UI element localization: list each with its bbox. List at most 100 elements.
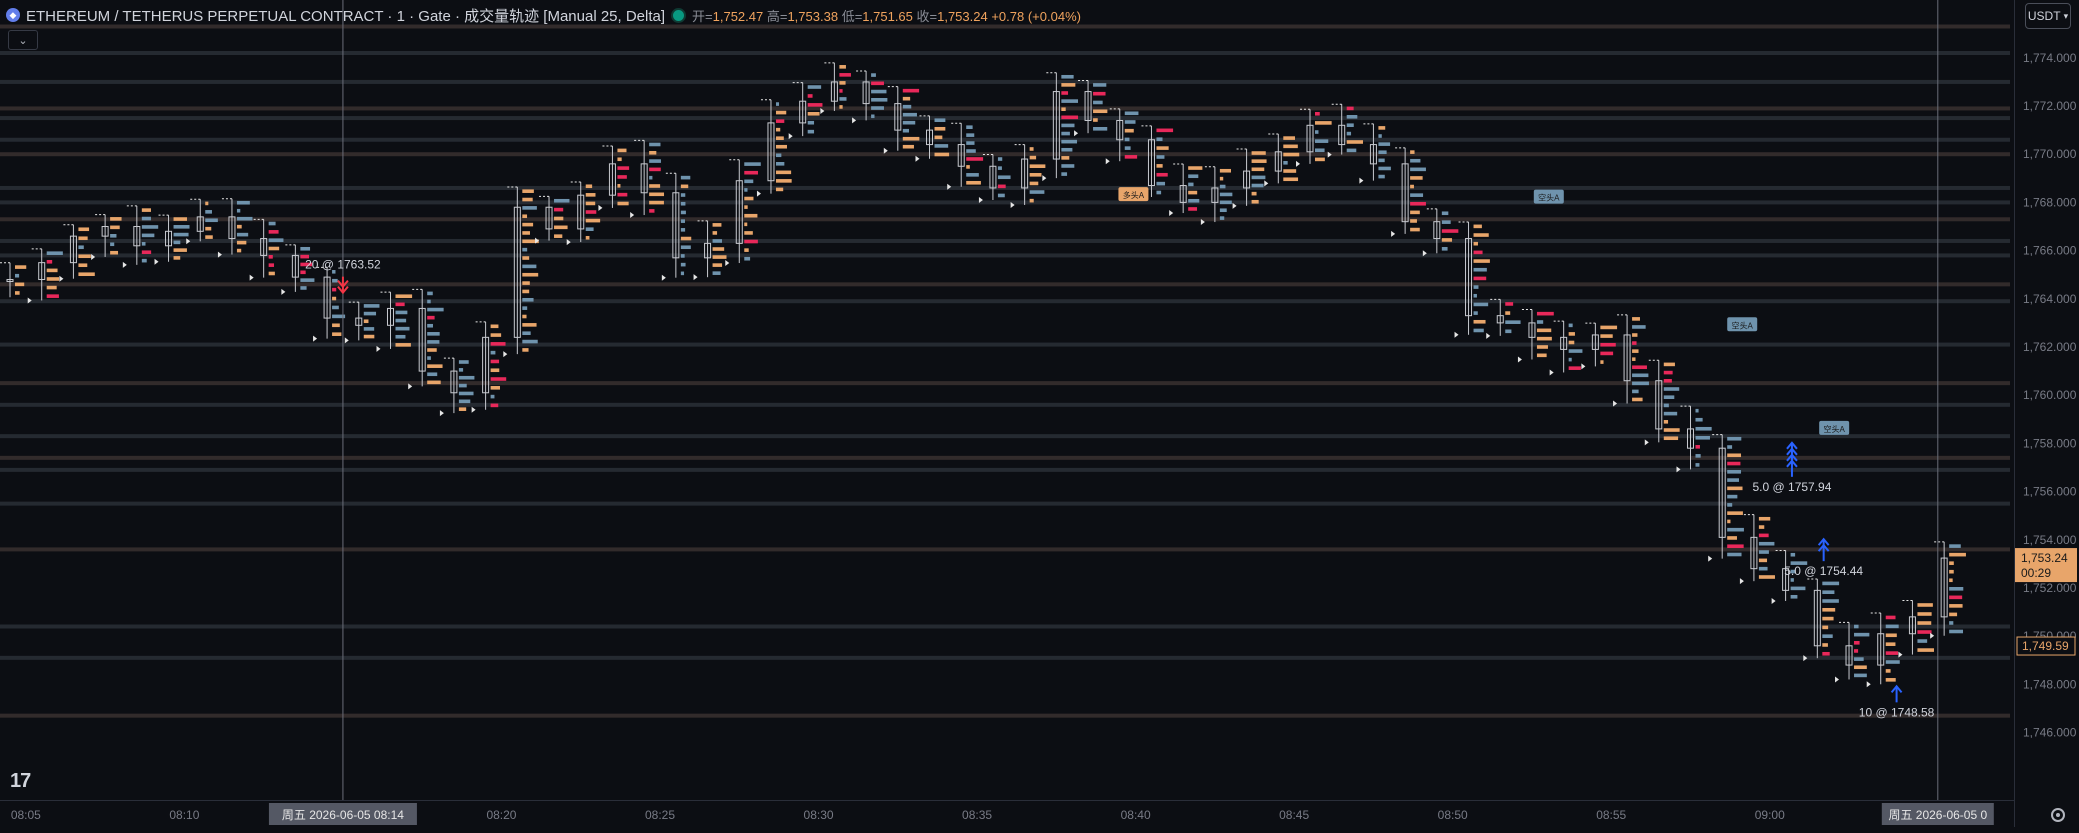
profile-bar — [1410, 227, 1420, 232]
price-axis[interactable]: 1,746.000 1,748.000 1,750.000 1,752.000 1,75… — [2014, 0, 2079, 827]
volume-profile-chart[interactable]: 20 @ 1763.52 5.0 @ 1757.94 5.0 @ 1754.44 10… — [0, 0, 2014, 800]
currency-selector-button[interactable]: USDT ▾ — [2025, 3, 2071, 29]
price-tick-label: 1,770.000 — [2023, 147, 2077, 161]
profile-bar — [1663, 378, 1672, 383]
profile-bar — [1061, 83, 1076, 87]
profile-bar — [1473, 328, 1484, 333]
profile-bar — [427, 372, 438, 377]
tradingview-logo-icon[interactable]: 17 — [10, 770, 31, 793]
time-tick-label: 08:05 — [11, 808, 41, 822]
time-tick-label: 08:50 — [1438, 808, 1468, 822]
profile-bar — [1093, 100, 1103, 105]
profile-bar — [395, 318, 407, 323]
profile-bar — [617, 157, 622, 162]
profile-bar — [1156, 146, 1169, 150]
profile-bar — [1156, 190, 1162, 195]
profile-bar — [1378, 166, 1391, 171]
profile-bar — [680, 193, 686, 197]
candle-low-marker — [1264, 180, 1269, 187]
profile-bar — [522, 247, 528, 252]
price-tick-label: 1,772.000 — [2023, 99, 2077, 113]
profile-bar — [744, 205, 748, 209]
profile-bar — [1061, 123, 1075, 128]
profile-bar — [1727, 453, 1742, 458]
profile-bar — [1758, 533, 1769, 538]
profile-bar — [522, 206, 537, 210]
profile-bar — [490, 386, 500, 390]
profile-bar — [1632, 317, 1640, 321]
profile-bar — [15, 273, 20, 278]
profile-bar — [173, 232, 189, 237]
profile-bar — [1093, 109, 1108, 114]
low-label: 低= — [841, 8, 863, 24]
candles — [0, 62, 1948, 688]
profile-bar — [1727, 527, 1744, 532]
profile-bar — [1283, 169, 1297, 173]
candle-low-marker — [1517, 356, 1522, 363]
profile-bar — [268, 221, 276, 226]
profile-bar — [1949, 621, 1954, 625]
profile-bar — [744, 248, 749, 252]
profile-bar — [363, 311, 377, 316]
profile-bar — [427, 340, 440, 344]
low-value: 1,751.65 — [862, 8, 913, 24]
symbol-title[interactable]: ETHEREUM / TETHERUS PERPETUAL CONTRACT ·… — [26, 5, 665, 26]
profile-bar — [46, 294, 59, 298]
profile-bar — [649, 142, 661, 147]
profile-bar — [744, 239, 758, 244]
profile-bar — [1156, 172, 1168, 177]
profile-bar — [1822, 581, 1840, 586]
profile-bar — [110, 217, 122, 221]
profile-bar — [1600, 325, 1618, 330]
profile-bar — [1727, 503, 1733, 507]
level-line — [0, 137, 2010, 142]
collapse-legend-button[interactable]: ⌄ — [8, 30, 38, 50]
profile-bar — [554, 207, 564, 212]
profile-bar — [363, 304, 380, 308]
profile-bar — [617, 201, 629, 206]
profile-bar — [363, 334, 375, 339]
profile-bar — [1219, 200, 1232, 205]
profile-bar — [458, 383, 467, 388]
profile-bar — [427, 291, 433, 296]
profile-bar — [205, 226, 212, 231]
profile-bar — [46, 268, 58, 273]
profile-bar — [585, 210, 597, 214]
profile-bar — [1188, 207, 1198, 211]
candle-low-marker — [693, 274, 698, 281]
profile-bar — [1441, 220, 1451, 224]
profile-bar — [427, 299, 431, 304]
profile-bar — [997, 193, 1005, 198]
profile-bar — [1188, 190, 1198, 195]
price-tick-label: 1,758.000 — [2023, 436, 2077, 450]
level-line — [0, 106, 2010, 111]
time-axis-labels: 08:05 08:10 08:20 08:25 08:30 08:35 08:40 08:45… — [11, 803, 1994, 825]
time-tick-label: 08:35 — [962, 808, 992, 822]
profile-bar — [1251, 151, 1266, 155]
currency-label: USDT — [2027, 9, 2061, 23]
profile-bar — [1917, 630, 1932, 634]
candle-low-marker — [661, 274, 666, 281]
profile-bar — [1663, 411, 1678, 416]
chart-area[interactable]: 20 @ 1763.52 5.0 @ 1757.94 5.0 @ 1754.44 10… — [0, 0, 2014, 800]
profile-bar — [1410, 210, 1420, 215]
profile-bar — [902, 96, 911, 101]
profile-bar — [839, 65, 846, 69]
profile-bar — [458, 368, 464, 372]
profile-bar — [490, 359, 500, 364]
profile-bar — [1188, 182, 1194, 187]
level-line — [0, 200, 2010, 205]
time-axis[interactable]: 08:05 08:10 08:20 08:25 08:30 08:35 08:40 08:45… — [0, 800, 2014, 828]
profile-bar — [775, 102, 780, 106]
profile-bar — [1790, 586, 1806, 591]
profile-bar — [966, 157, 984, 161]
profile-bar — [522, 331, 531, 336]
profile-bar — [205, 210, 212, 214]
profile-bar — [236, 240, 247, 245]
profile-bar — [1410, 201, 1426, 206]
price-tick-label: 1,746.000 — [2023, 726, 2077, 740]
profile-bar — [1632, 389, 1639, 394]
settings-gear-icon[interactable] — [2051, 808, 2065, 822]
profile-bar — [332, 278, 338, 283]
profile-bar — [522, 306, 528, 310]
